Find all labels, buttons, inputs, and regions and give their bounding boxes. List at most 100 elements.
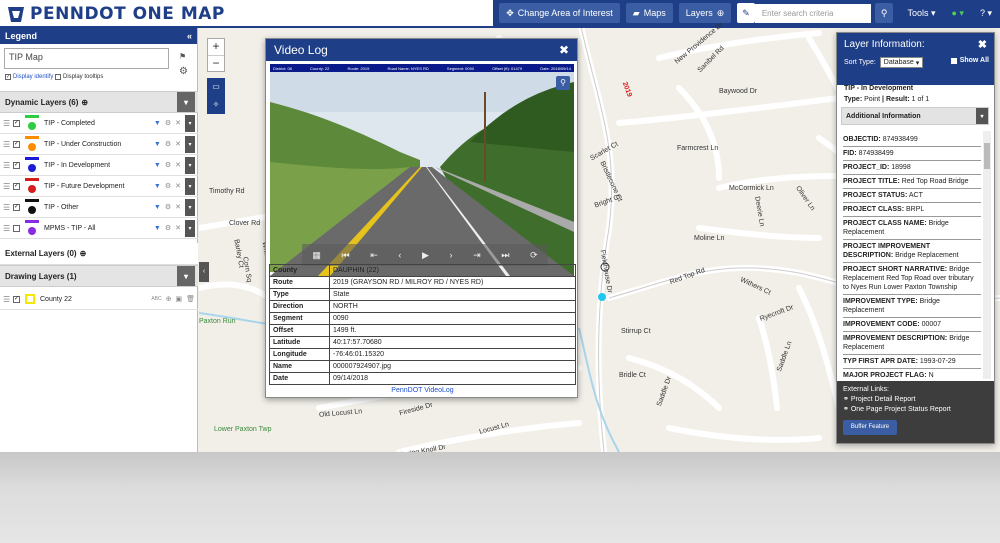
penndot-videolog-link[interactable]: PennDOT VideoLog [266,387,579,394]
layer-checkbox[interactable]: ✓ [13,119,20,127]
next-frame-icon[interactable]: › [450,250,453,260]
layer-row[interactable]: ☰ ✓ TIP - Under Construction ▼ ⚙ ✕ ▾ [0,134,198,155]
scroll-thumb[interactable] [984,143,990,169]
pin-search-button[interactable]: ✎ [737,3,755,23]
zoom-to-icon[interactable]: ⊕ [166,295,172,303]
previous-frame-icon[interactable]: ‹ [398,250,401,260]
layer-row[interactable]: ☰ ✓ TIP - Completed ▼ ⚙ ✕ ▾ [0,113,198,134]
layer-checkbox[interactable]: ✓ [13,161,20,169]
display-identify-checkbox[interactable]: ✓ [5,74,11,80]
tools-menu[interactable]: Tools ▾ [907,8,935,19]
close-icon[interactable]: ✖ [978,38,987,51]
drawing-layer-row[interactable]: ☰ ✓ County 22 ABC ⊕ ▣ 🗑 [0,289,198,310]
settings-icon[interactable]: ⚙ [165,119,171,127]
layer-checkbox[interactable] [13,224,20,232]
attribute-scrollbar[interactable] [983,131,991,379]
zoom-in-button[interactable]: + [208,39,224,55]
locate-icon[interactable]: ✧ [207,96,225,114]
gear-icon[interactable]: ⚙ [179,66,188,77]
remove-icon[interactable]: ✕ [175,119,181,127]
layer-checkbox[interactable]: ✓ [13,182,20,190]
chevron-down-icon[interactable]: ▾ [177,92,195,112]
layer-checkbox[interactable]: ✓ [13,295,20,303]
filter-icon[interactable]: ▼ [154,162,161,169]
delete-icon[interactable]: 🗑 [186,295,195,303]
remove-icon[interactable]: ✕ [175,203,181,211]
drag-handle-icon[interactable]: ☰ [3,161,11,170]
remove-icon[interactable]: ✕ [175,182,181,190]
help-menu[interactable]: ? ▾ [980,8,992,19]
collapse-left-icon[interactable]: « [187,31,192,41]
filter-icon[interactable]: ▼ [154,204,161,211]
drag-handle-icon[interactable]: ☰ [3,203,11,212]
chevron-down-icon[interactable]: ▾ [185,177,195,195]
display-tooltips-option[interactable]: Display tooltips [55,74,103,80]
settings-icon[interactable]: ⚙ [165,203,171,211]
remove-icon[interactable]: ✕ [175,224,181,232]
drawing-layers-header[interactable]: Drawing Layers (1) ▾ [0,265,198,287]
layer-row[interactable]: ☰ MPMS - TIP - All ▼ ⚙ ✕ ▾ [0,218,198,239]
next-segment-icon[interactable]: ⇥ [473,250,481,261]
map-pin-icon[interactable]: ⚲ [556,76,570,90]
chevron-down-icon[interactable]: ▾ [177,266,195,286]
settings-icon[interactable]: ⚙ [165,182,171,190]
maps-button[interactable]: ▰ Maps [625,3,673,23]
filter-icon[interactable]: ▼ [154,183,161,190]
user-menu[interactable]: ● ▾ [951,8,963,19]
chevron-down-icon[interactable]: ▾ [185,198,195,216]
layer-row[interactable]: ☰ ✓ TIP - Future Development ▼ ⚙ ✕ ▾ [0,176,198,197]
grid-icon[interactable]: ▦ [312,250,321,261]
drag-handle-icon[interactable]: ☰ [3,140,11,149]
remove-icon[interactable]: ✕ [175,161,181,169]
filter-icon[interactable]: ▼ [154,225,161,232]
show-all-checkbox[interactable] [950,57,957,64]
drag-handle-icon[interactable]: ☰ [3,295,11,304]
collapse-legend-tab[interactable]: ‹ [199,262,209,282]
filter-icon[interactable]: ▼ [154,120,161,127]
change-area-button[interactable]: ✥ Change Area of Interest [499,3,620,23]
layer-checkbox[interactable]: ✓ [13,140,20,148]
layers-button[interactable]: Layers ⊕ [678,3,732,23]
external-layers-header[interactable]: External Layers (0) ⊕ [0,243,198,265]
chevron-down-icon[interactable]: ▾ [185,114,195,132]
project-detail-link[interactable]: ⚭ Project Detail Report [843,395,988,405]
settings-icon[interactable]: ⚙ [165,161,171,169]
layer-row[interactable]: ☰ ✓ TIP - Other ▼ ⚙ ✕ ▾ [0,197,198,218]
layer-row[interactable]: ☰ ✓ TIP - In Development ▼ ⚙ ✕ ▾ [0,155,198,176]
first-frame-icon[interactable]: ⏮ [341,250,349,261]
chevron-down-icon[interactable]: ▾ [185,219,195,237]
last-frame-icon[interactable]: ⏭ [501,250,509,261]
save-icon[interactable]: ▣ [175,295,182,303]
settings-icon[interactable]: ⚙ [165,224,171,232]
previous-segment-icon[interactable]: ⇤ [370,250,378,261]
search-input[interactable]: Enter search criteria [754,3,871,23]
layer-checkbox[interactable]: ✓ [13,203,20,211]
search-button[interactable]: ⚲ [874,3,894,23]
label-icon[interactable]: ABC [151,296,161,302]
buffer-feature-button[interactable]: Buffer Feature [843,420,897,435]
sort-select[interactable]: Database ▾ [879,57,924,68]
show-all-option[interactable]: Show All [950,57,989,64]
remove-icon[interactable]: ✕ [175,140,181,148]
app-logo[interactable]: PENNDOT ONE MAP [6,3,225,25]
add-external-layer-icon[interactable]: ⊕ [80,249,87,258]
drag-handle-icon[interactable]: ☰ [3,119,11,128]
add-layer-icon[interactable]: ⊕ [81,98,88,107]
basemap-toggle-icon[interactable]: ▭ [207,78,225,96]
display-tooltips-checkbox[interactable] [55,74,61,80]
additional-info-header[interactable]: Additional Information ▾ [841,107,989,125]
close-icon[interactable]: ✖ [559,43,569,57]
chevron-down-icon[interactable]: ▾ [185,156,195,174]
map-title-field[interactable]: TIP Map [4,48,169,69]
filter-icon[interactable]: ▼ [154,141,161,148]
play-icon[interactable]: ▶ [422,250,429,261]
chevron-down-icon[interactable]: ▾ [185,135,195,153]
project-status-link[interactable]: ⚭ One Page Project Status Report [843,405,988,415]
loop-icon[interactable]: ⟳ [530,250,538,261]
chevron-down-icon[interactable]: ▾ [976,108,988,124]
zoom-out-button[interactable]: − [208,55,224,71]
drag-handle-icon[interactable]: ☰ [3,182,11,191]
dynamic-layers-header[interactable]: Dynamic Layers (6) ⊕ ▾ [0,91,198,113]
display-identify-option[interactable]: ✓ Display identify [5,74,53,80]
pin-layer-icon[interactable]: ⚑ [179,52,186,61]
